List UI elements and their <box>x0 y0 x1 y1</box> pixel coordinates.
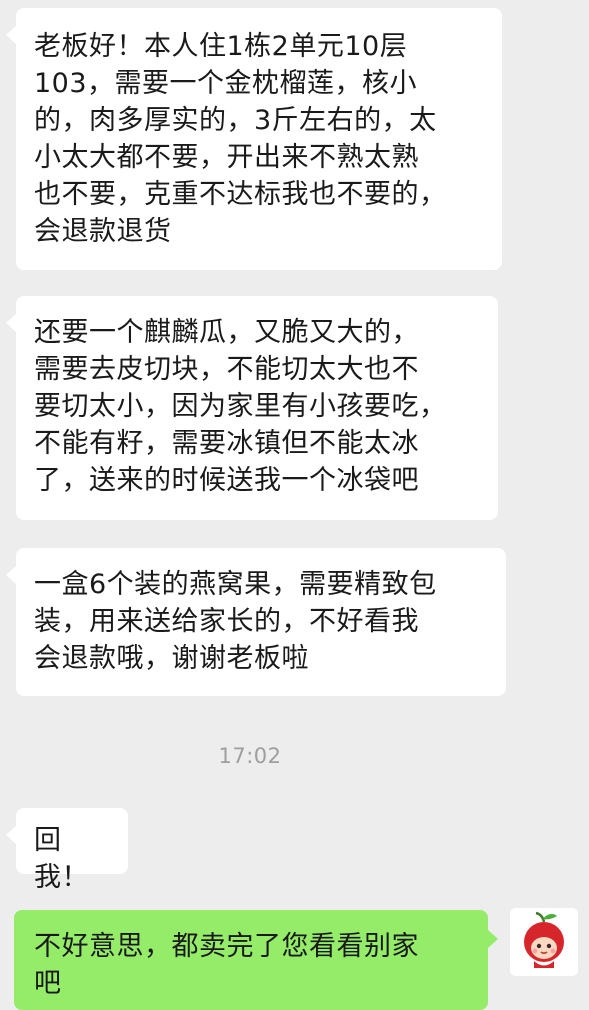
message-timestamp: 17:02 <box>218 744 282 768</box>
message-bubble-incoming[interactable]: 回我！ <box>6 808 128 893</box>
message-line: 会退款退货 <box>34 216 172 247</box>
message-line: 回我！ <box>34 825 89 893</box>
message-bubble-outgoing[interactable]: 不好意思，都卖完了您看看别家 吧 <box>14 910 498 1010</box>
chat-view[interactable]: 老板好！本人住1栋2单元10层 103，需要一个金枕榴莲，核小 的，肉多厚实的，… <box>0 0 589 1010</box>
message-line: 103，需要一个金枕榴莲，核小 <box>34 68 418 99</box>
cherry-character-avatar-icon[interactable] <box>510 908 578 976</box>
message-line: 了，送来的时候送我一个冰袋吧 <box>34 465 419 496</box>
cherry-avatar-graphic <box>510 908 578 976</box>
message-line: 不好意思，都卖完了您看看别家 <box>34 931 419 962</box>
message-line: 还要一个麒麟瓜，又脆又大的， <box>34 317 419 348</box>
message-line: 也不要，克重不达标我也不要的， <box>34 179 447 210</box>
message-line: 要切太小，因为家里有小孩要吃， <box>34 391 447 422</box>
message-line: 装，用来送给家长的，不好看我 <box>34 606 419 637</box>
message-line: 小太大都不要，开出来不熟太熟 <box>34 142 419 173</box>
message-line: 会退款哦，谢谢老板啦 <box>34 643 309 674</box>
message-line: 老板好！本人住1栋2单元10层 <box>34 31 408 62</box>
message-bubble-incoming[interactable]: 还要一个麒麟瓜，又脆又大的， 需要去皮切块，不能切太大也不 要切太小，因为家里有… <box>6 296 498 520</box>
message-line: 一盒6个装的燕窝果，需要精致包 <box>34 569 437 600</box>
message-line: 吧 <box>34 968 62 999</box>
message-bubble-incoming[interactable]: 一盒6个装的燕窝果，需要精致包 装，用来送给家长的，不好看我 会退款哦，谢谢老板… <box>6 548 506 696</box>
message-line: 的，肉多厚实的，3斤左右的，太 <box>34 105 437 136</box>
message-line: 需要去皮切块，不能切太大也不 <box>34 354 419 385</box>
message-bubble-incoming[interactable]: 老板好！本人住1栋2单元10层 103，需要一个金枕榴莲，核小 的，肉多厚实的，… <box>6 8 502 270</box>
message-line: 不能有籽，需要冰镇但不能太冰 <box>34 428 419 459</box>
